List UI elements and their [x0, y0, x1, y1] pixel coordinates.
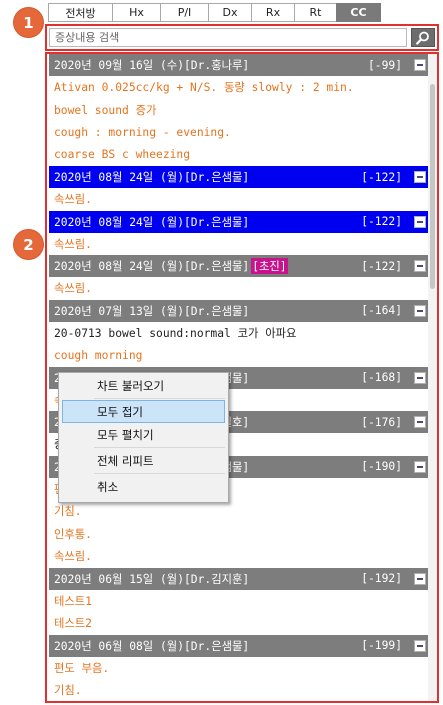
entry-header[interactable]: 2020년 08월 24일 (월)[Dr.은샘물] [-122] — [49, 210, 432, 233]
collapse-icon[interactable] — [414, 572, 426, 585]
menu-load-chart[interactable]: 차트 불러오기 — [62, 374, 225, 397]
entry-day-offset: [-122] — [361, 259, 402, 273]
collapse-icon[interactable] — [414, 59, 426, 71]
entry-header[interactable]: 2020년 08월 24일 (월)[Dr.은샘물] [초진] [-122] — [49, 255, 432, 277]
entry-day-offset: [-122] — [361, 215, 402, 228]
entry-line: 기침. — [54, 505, 82, 519]
entry-line: 테스트1 — [54, 594, 92, 608]
entry-header[interactable]: 2020년 06월 08일 (월)[Dr.은샘물] [-199] — [49, 634, 432, 657]
entry-line: 속쓰림. — [54, 550, 92, 564]
entry-line: 20-0713 bowel sound:normal 코가 아파요 — [54, 326, 297, 340]
entry-line: 인후통. — [49, 702, 432, 704]
entry-day-offset: [-99] — [367, 58, 402, 72]
vertical-scrollbar[interactable] — [428, 54, 437, 701]
entry-date-doctor: 2020년 06월 15일 (월)[Dr.김지훈] — [54, 572, 250, 586]
entry-header[interactable]: 2020년 06월 15일 (월)[Dr.김지훈] [-192] — [49, 567, 432, 590]
collapse-icon[interactable] — [414, 416, 426, 428]
search-button[interactable] — [411, 28, 435, 47]
entry-header[interactable]: 2020년 07월 13일 (월)[Dr.은샘물] [-164] — [49, 299, 432, 322]
collapse-icon[interactable] — [414, 260, 426, 272]
entry-day-offset: [-168] — [361, 371, 402, 384]
entry-day-offset: [-176] — [361, 415, 402, 429]
search-input[interactable] — [49, 28, 407, 47]
tab-cc[interactable]: CC — [336, 3, 381, 22]
entry-line: 기침. — [54, 684, 82, 698]
entry-line: coarse BS c wheezing — [54, 148, 191, 162]
menu-repeat-all[interactable]: 전체 리피트 — [62, 449, 225, 472]
entry-date-doctor: 2020년 08월 24일 (월)[Dr.은샘물] — [54, 215, 250, 229]
collapse-icon[interactable] — [414, 171, 426, 183]
first-visit-tag: [초진] — [251, 258, 288, 274]
entry-line: 인후통. — [54, 527, 92, 541]
entry-date-doctor: 2020년 09월 16일 (수)[Dr.홍나루] — [54, 59, 250, 72]
step-badge-1: 1 — [14, 8, 43, 37]
menu-separator — [94, 447, 225, 448]
search-icon — [416, 31, 429, 45]
entry-date-doctor: 2020년 08월 24일 (월)[Dr.은샘물] — [54, 171, 250, 184]
entry-day-offset: [-199] — [361, 639, 402, 652]
entry-line: cough : morning - evening. — [54, 125, 231, 139]
tab-bar: 전처방 Hx P/I Dx Rx Rt CC — [48, 3, 381, 22]
entry-line: Ativan 0.025cc/kg + N/S. 동량 slowly : 2 m… — [54, 81, 354, 95]
entry-day-offset: [-164] — [361, 304, 402, 317]
entry-line: cough morning — [54, 348, 143, 362]
entry-date-doctor: 2020년 08월 24일 (월)[Dr.은샘물] — [54, 260, 250, 273]
entry-line: 편도 부음. — [54, 661, 110, 675]
entry-line: bowel sound 증가 — [54, 103, 157, 117]
entry-line: 속쓰림. — [54, 193, 92, 207]
scrollbar-thumb[interactable] — [430, 84, 435, 289]
entry-day-offset: [-192] — [361, 572, 402, 585]
collapse-icon[interactable] — [414, 371, 426, 384]
menu-separator — [94, 398, 225, 399]
step-badge-2: 2 — [14, 230, 43, 259]
entry-day-offset: [-190] — [361, 460, 402, 473]
menu-expand-all[interactable]: 모두 펼치기 — [62, 423, 225, 446]
entry-header[interactable]: 2020년 09월 16일 (수)[Dr.홍나루] [-99] — [49, 54, 432, 76]
collapse-icon[interactable] — [414, 639, 426, 652]
context-menu: 차트 불러오기모두 접기 모두 펼치기전체 리피트취소 — [58, 372, 229, 503]
tab-pi[interactable]: P/I — [160, 3, 208, 22]
entry-day-offset: [-122] — [361, 170, 402, 184]
tab-hx[interactable]: Hx — [112, 3, 160, 22]
menu-separator — [94, 473, 225, 474]
tab-전처방[interactable]: 전처방 — [48, 3, 112, 22]
entry-header[interactable]: 2020년 08월 24일 (월)[Dr.은샘물] [-122] — [49, 166, 432, 188]
tab-dx[interactable]: Dx — [208, 3, 251, 22]
collapse-icon[interactable] — [414, 460, 426, 473]
collapse-icon[interactable] — [414, 215, 426, 228]
entry-line: 속쓰림. — [54, 282, 92, 296]
search-bar — [45, 24, 439, 51]
entry-line: 테스트2 — [54, 617, 92, 631]
menu-cancel[interactable]: 취소 — [62, 475, 225, 498]
entry-line: 속쓰림. — [54, 237, 92, 251]
menu-collapse-all[interactable]: 모두 접기 — [62, 400, 225, 423]
tab-rt[interactable]: Rt — [294, 3, 336, 22]
entry-date-doctor: 2020년 07월 13일 (월)[Dr.은샘물] — [54, 304, 250, 318]
entry-date-doctor: 2020년 06월 08일 (월)[Dr.은샘물] — [54, 639, 250, 653]
collapse-icon[interactable] — [414, 304, 426, 317]
tab-rx[interactable]: Rx — [251, 3, 294, 22]
